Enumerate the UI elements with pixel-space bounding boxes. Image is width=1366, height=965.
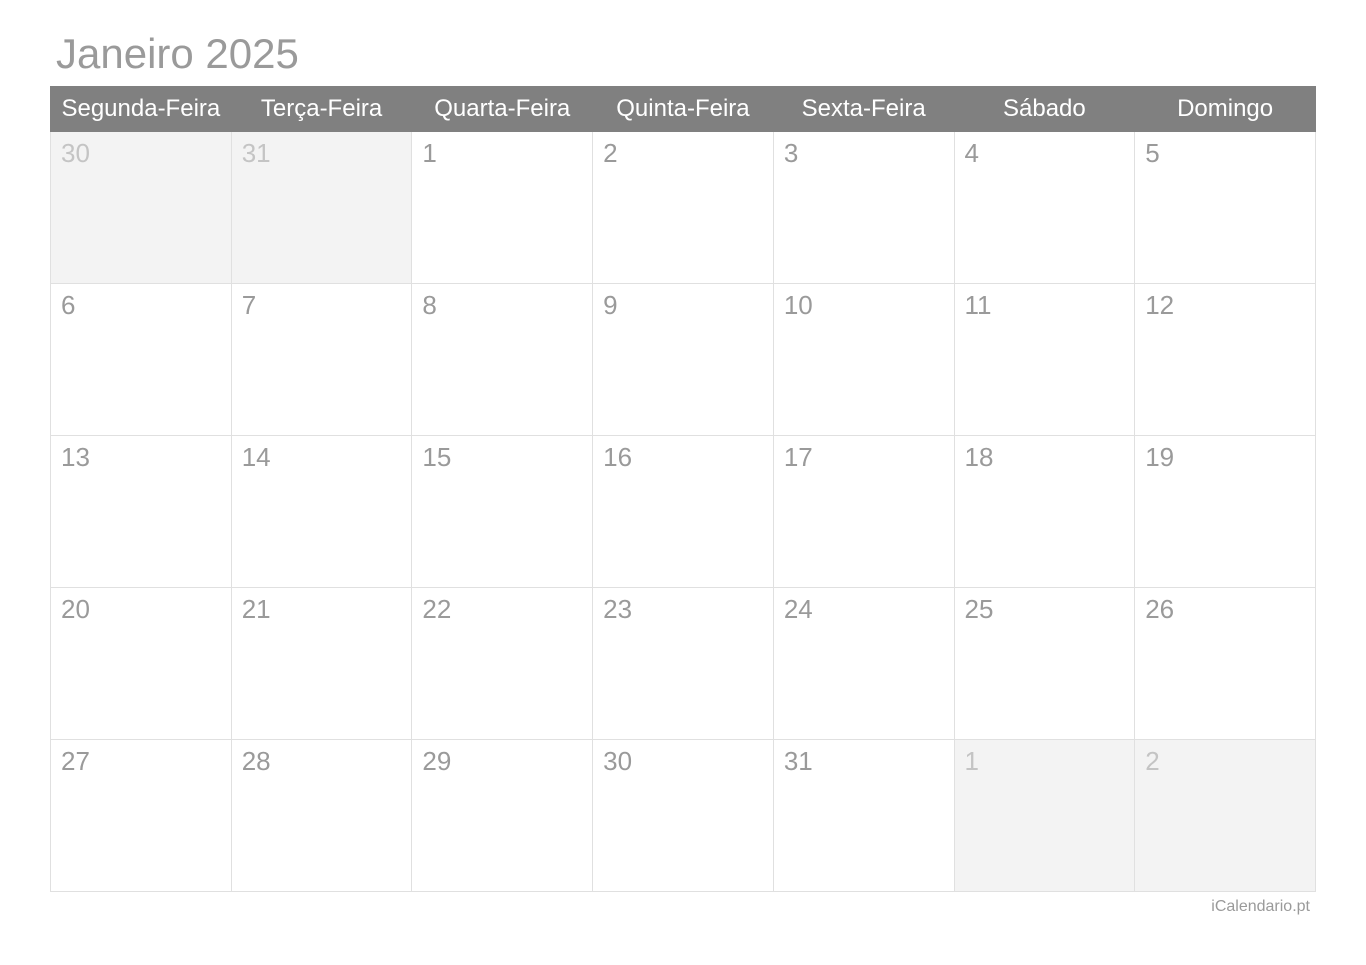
calendar-day-cell: 4 [954,132,1135,284]
calendar-day-cell: 26 [1135,588,1316,740]
calendar-day-cell: 19 [1135,436,1316,588]
calendar-week-row: 13141516171819 [51,436,1316,588]
calendar-day-cell: 17 [773,436,954,588]
calendar-day-cell: 8 [412,284,593,436]
calendar-day-cell: 2 [1135,740,1316,892]
footer-credit: iCalendario.pt [50,898,1316,916]
calendar-day-cell: 11 [954,284,1135,436]
calendar-day-cell: 30 [51,132,232,284]
calendar-day-cell: 25 [954,588,1135,740]
calendar-day-cell: 3 [773,132,954,284]
calendar-day-cell: 21 [231,588,412,740]
calendar-day-cell: 22 [412,588,593,740]
weekday-header: Quinta-Feira [593,87,774,132]
calendar-day-cell: 2 [593,132,774,284]
calendar-week-row: 303112345 [51,132,1316,284]
calendar-day-cell: 16 [593,436,774,588]
calendar-day-cell: 9 [593,284,774,436]
calendar-day-cell: 5 [1135,132,1316,284]
weekday-header: Terça-Feira [231,87,412,132]
calendar-day-cell: 10 [773,284,954,436]
calendar-day-cell: 30 [593,740,774,892]
calendar-day-cell: 31 [231,132,412,284]
calendar-day-cell: 15 [412,436,593,588]
calendar-week-row: 6789101112 [51,284,1316,436]
weekday-header: Sexta-Feira [773,87,954,132]
calendar-day-cell: 29 [412,740,593,892]
calendar-day-cell: 12 [1135,284,1316,436]
calendar-table: Segunda-Feira Terça-Feira Quarta-Feira Q… [50,86,1316,892]
calendar-week-row: 272829303112 [51,740,1316,892]
weekday-header: Quarta-Feira [412,87,593,132]
calendar-day-cell: 27 [51,740,232,892]
calendar-day-cell: 7 [231,284,412,436]
calendar-day-cell: 31 [773,740,954,892]
calendar-day-cell: 6 [51,284,232,436]
calendar-day-cell: 1 [954,740,1135,892]
calendar-day-cell: 20 [51,588,232,740]
weekday-header: Segunda-Feira [51,87,232,132]
weekday-header: Domingo [1135,87,1316,132]
calendar-body: 3031123456789101112131415161718192021222… [51,132,1316,892]
calendar-day-cell: 18 [954,436,1135,588]
calendar-day-cell: 1 [412,132,593,284]
calendar-day-cell: 24 [773,588,954,740]
calendar-day-cell: 13 [51,436,232,588]
calendar-day-cell: 14 [231,436,412,588]
weekday-header: Sábado [954,87,1135,132]
calendar-title: Janeiro 2025 [50,30,1316,78]
weekday-header-row: Segunda-Feira Terça-Feira Quarta-Feira Q… [51,87,1316,132]
calendar-day-cell: 28 [231,740,412,892]
calendar-week-row: 20212223242526 [51,588,1316,740]
calendar-day-cell: 23 [593,588,774,740]
